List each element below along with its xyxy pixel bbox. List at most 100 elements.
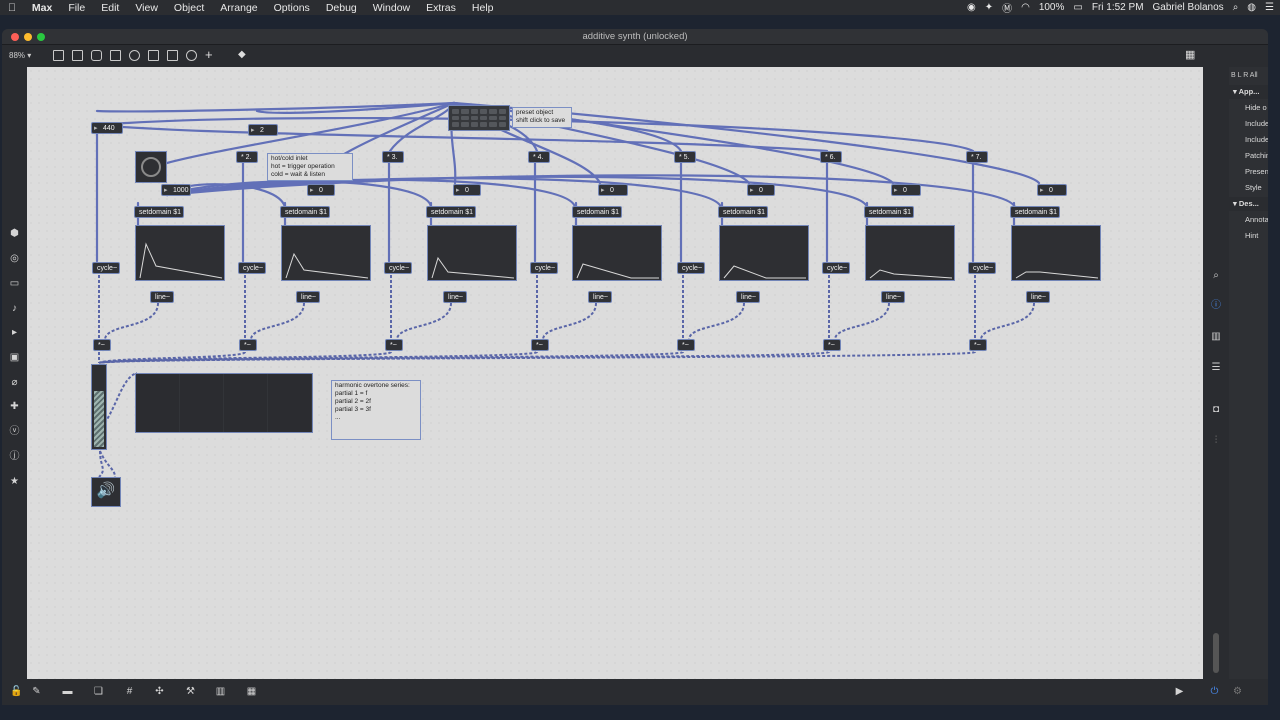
cycle-7[interactable]: cycle~: [968, 262, 996, 274]
frequency-number-box[interactable]: 440: [91, 122, 123, 135]
sliders-icon[interactable]: ⫶: [1210, 435, 1222, 447]
grid-icon[interactable]: #: [124, 686, 135, 697]
signal-multiply-6[interactable]: *~: [823, 339, 841, 351]
dial-control[interactable]: [135, 151, 167, 183]
settings-icon[interactable]: ⚙: [1232, 686, 1243, 697]
wifi-icon[interactable]: ◠: [1021, 2, 1030, 13]
inspector-row-hint[interactable]: Hint: [1229, 229, 1268, 243]
menu-view[interactable]: View: [127, 2, 166, 14]
menu-debug[interactable]: Debug: [318, 2, 365, 14]
amp-number-7[interactable]: 0: [1037, 184, 1067, 197]
menu-window[interactable]: Window: [365, 2, 418, 14]
line-1[interactable]: line~: [150, 291, 174, 303]
cycle-3[interactable]: cycle~: [384, 262, 412, 274]
hot-cold-comment[interactable]: hot/cold inlet hot = trigger operation c…: [267, 153, 353, 181]
dac-speaker-button[interactable]: 🔊: [91, 477, 121, 507]
comment-icon[interactable]: [91, 50, 102, 61]
window-icon[interactable]: ▭: [9, 278, 20, 289]
edit-icon[interactable]: ✎: [31, 686, 42, 697]
volume-slider[interactable]: [1213, 633, 1219, 673]
presentation-icon[interactable]: ▬: [62, 686, 73, 697]
signal-multiply-5[interactable]: *~: [677, 339, 695, 351]
spotlight-icon[interactable]: ⌕: [1233, 2, 1239, 13]
menu-object[interactable]: Object: [166, 2, 212, 14]
keyboard-icon[interactable]: ▦: [246, 686, 257, 697]
signal-line2-mul[interactable]: [250, 302, 305, 340]
inspector-row-5[interactable]: Present: [1229, 165, 1268, 179]
cube-icon[interactable]: ⬢: [9, 228, 20, 239]
inspector-tabs[interactable]: B L R All: [1229, 69, 1268, 83]
amp-number-5[interactable]: 0: [747, 184, 775, 197]
line-7[interactable]: line~: [1026, 291, 1050, 303]
inspector-row-6[interactable]: Style: [1229, 181, 1268, 195]
play-list-icon[interactable]: ▸: [9, 327, 20, 338]
signal-line1-mul[interactable]: [104, 302, 159, 340]
inspector-row-2[interactable]: Include: [1229, 117, 1268, 131]
clock[interactable]: Fri 1:52 PM: [1092, 2, 1144, 13]
signal-line4-mul[interactable]: [542, 302, 597, 340]
signal-multiply-7[interactable]: *~: [969, 339, 987, 351]
gain-slider[interactable]: [91, 364, 107, 450]
cycle-2[interactable]: cycle~: [238, 262, 266, 274]
music-note-icon[interactable]: ♪: [9, 303, 20, 314]
power-icon[interactable]: ⏻: [1209, 686, 1220, 697]
camera-icon[interactable]: ◘: [1210, 404, 1222, 416]
m-status-icon[interactable]: Ⓜ: [1002, 0, 1012, 15]
piano-icon[interactable]: ▥: [215, 686, 226, 697]
preset-object[interactable]: [448, 105, 510, 131]
battery-text[interactable]: 100%: [1039, 2, 1065, 13]
split-icon[interactable]: [167, 50, 178, 61]
add-object-icon[interactable]: +: [205, 48, 216, 61]
setdomain-6[interactable]: setdomain $1: [864, 206, 914, 218]
inspector-row-1[interactable]: Hide o: [1229, 101, 1268, 115]
signal-multiply-1[interactable]: *~: [93, 339, 111, 351]
patcher-canvas[interactable]: preset object shift click to save 440 2 …: [27, 67, 1203, 679]
puzzle-icon[interactable]: ✚: [9, 401, 20, 412]
signal-line3-mul[interactable]: [396, 302, 452, 340]
signal-gain-dac-left[interactable]: [98, 450, 104, 478]
zoom-level[interactable]: 88% ▾: [9, 51, 31, 60]
circle-icon[interactable]: ◎: [9, 253, 20, 264]
book-icon[interactable]: ▥: [1210, 331, 1222, 343]
multiplier-6[interactable]: * 6.: [820, 151, 842, 163]
function-envelope-4[interactable]: [572, 225, 662, 281]
notification-icon[interactable]: ☰: [1265, 2, 1274, 13]
j-icon[interactable]: ⓙ: [9, 451, 20, 462]
menu-help[interactable]: Help: [464, 2, 502, 14]
paperclip-icon[interactable]: ⌀: [9, 377, 20, 388]
multiplier-7[interactable]: * 7.: [966, 151, 988, 163]
menu-arrange[interactable]: Arrange: [212, 2, 265, 14]
setdomain-1[interactable]: setdomain $1: [134, 206, 184, 218]
line-2[interactable]: line~: [296, 291, 320, 303]
signal-line5-mul[interactable]: [688, 302, 745, 340]
scope-display[interactable]: [135, 373, 313, 433]
multiplier-4[interactable]: * 4.: [528, 151, 550, 163]
signal-multiply-2[interactable]: *~: [239, 339, 257, 351]
time-number-box[interactable]: 1000: [161, 184, 191, 197]
function-envelope-7[interactable]: [1011, 225, 1101, 281]
menu-edit[interactable]: Edit: [93, 2, 127, 14]
lock-icon[interactable]: 🔓: [10, 686, 22, 697]
amp-number-2[interactable]: 0: [307, 184, 335, 197]
cycle-6[interactable]: cycle~: [822, 262, 850, 274]
star-icon[interactable]: ★: [9, 476, 20, 487]
cycle-4[interactable]: cycle~: [530, 262, 558, 274]
multiplier-5[interactable]: * 5.: [674, 151, 696, 163]
function-envelope-5[interactable]: [719, 225, 809, 281]
amp-number-4[interactable]: 0: [598, 184, 628, 197]
setdomain-3[interactable]: setdomain $1: [426, 206, 476, 218]
function-envelope-1[interactable]: [135, 225, 225, 281]
info-icon[interactable]: ⓘ: [1210, 300, 1222, 312]
button-icon[interactable]: [129, 50, 140, 61]
setdomain-2[interactable]: setdomain $1: [280, 206, 330, 218]
inlet-icon[interactable]: [148, 50, 159, 61]
function-envelope-2[interactable]: [281, 225, 371, 281]
signal-mul5-gain[interactable]: [98, 351, 684, 364]
multiplier-3[interactable]: * 3.: [382, 151, 404, 163]
function-envelope-6[interactable]: [865, 225, 955, 281]
signal-multiply-4[interactable]: *~: [531, 339, 549, 351]
grid-view-icon[interactable]: ▦: [1185, 50, 1196, 61]
cycle-5[interactable]: cycle~: [677, 262, 705, 274]
menu-app[interactable]: Max: [24, 2, 60, 14]
siri-icon[interactable]: ◍: [1247, 2, 1256, 13]
